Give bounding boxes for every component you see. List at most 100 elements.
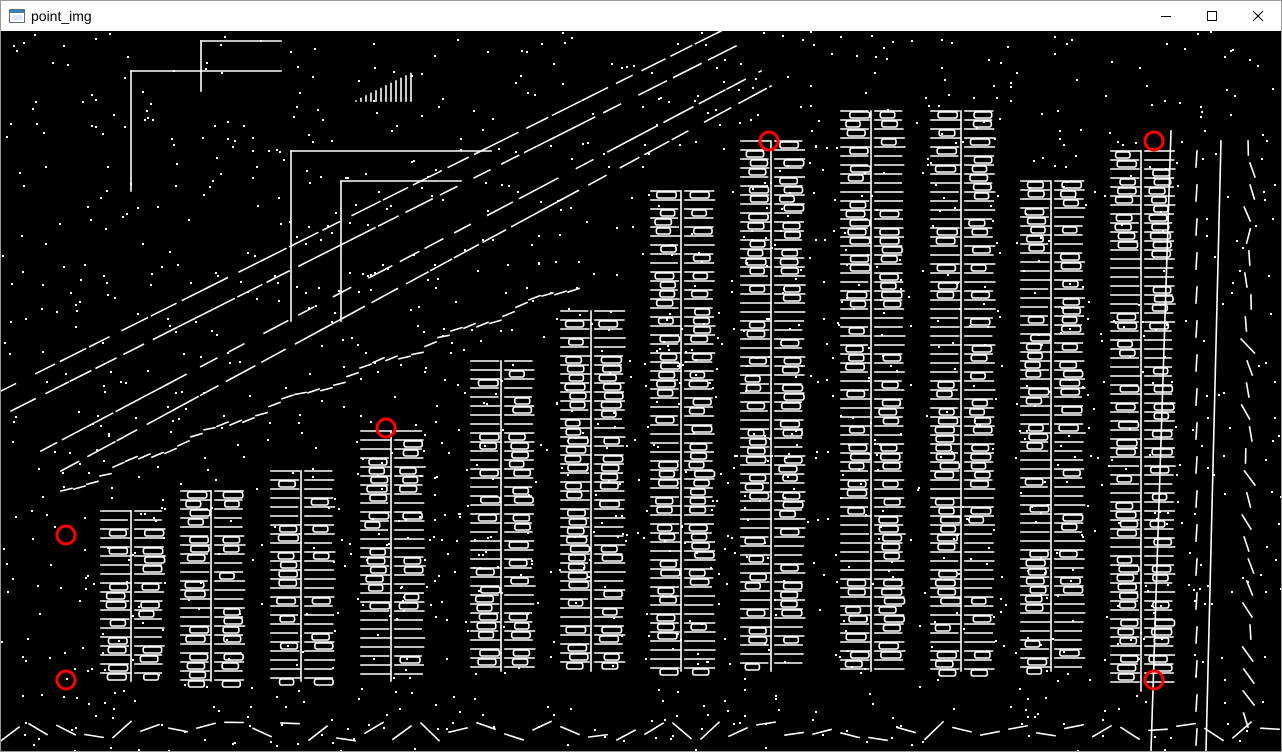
lane-dash — [1195, 252, 1198, 270]
window-title: point_img — [31, 8, 92, 24]
embankment-edge — [203, 426, 216, 431]
ground-edge — [952, 726, 972, 733]
ground-edge — [1176, 722, 1196, 728]
road-edge — [263, 319, 289, 335]
road-edge — [473, 168, 491, 179]
road-edge — [260, 348, 287, 364]
ground-edge — [615, 729, 637, 741]
road-edge — [453, 243, 480, 259]
road-edge — [59, 460, 80, 473]
ground-edge — [896, 726, 916, 734]
embankment-edge — [163, 447, 178, 455]
lane-dash — [1195, 150, 1198, 168]
ground-edge — [1, 726, 21, 742]
ground-edge — [27, 722, 49, 736]
road-edge — [768, 84, 773, 88]
ground-edge — [251, 727, 273, 738]
road-edge — [341, 305, 366, 320]
road-edge — [1240, 403, 1251, 421]
road-edge — [399, 250, 420, 263]
road-edge — [540, 177, 559, 188]
road-edge — [59, 347, 87, 363]
ground-edge — [391, 725, 413, 741]
road-edge — [447, 156, 470, 169]
road-edge — [663, 105, 694, 124]
title-bar[interactable]: point_img — [1, 1, 1281, 31]
embankment-edge — [99, 472, 112, 477]
lane-dash — [1195, 660, 1198, 678]
road-edge — [1241, 645, 1254, 663]
road-edge — [672, 62, 703, 79]
ground-edge — [84, 733, 104, 739]
road-edge — [367, 264, 393, 279]
road-edge — [1, 382, 17, 392]
lane-dash — [1195, 286, 1198, 304]
road-edge — [95, 357, 118, 370]
road-edge — [371, 287, 399, 304]
road-edge — [86, 440, 116, 458]
ground-edge — [1091, 724, 1113, 738]
embankment-edge — [411, 351, 424, 356]
road-edge — [45, 381, 70, 395]
road-edge — [1244, 316, 1248, 332]
minimize-button[interactable] — [1143, 1, 1189, 31]
embankment-edge — [320, 386, 333, 392]
road-edge — [350, 226, 376, 241]
road-edge — [694, 31, 723, 45]
road-edge — [325, 238, 353, 254]
road-edge — [1243, 535, 1250, 553]
road-edge — [698, 88, 726, 105]
road-edge — [1249, 624, 1252, 640]
road-edge — [288, 231, 319, 248]
road-edge — [726, 78, 747, 90]
lane-dash — [1195, 728, 1198, 746]
ground-edge — [923, 720, 945, 741]
road-edge — [581, 86, 609, 102]
road-edge — [1242, 667, 1255, 685]
ground-edge — [868, 736, 888, 742]
ground-edge — [419, 721, 441, 742]
embankment-edge — [255, 411, 268, 417]
point-marker — [1143, 130, 1165, 152]
road-edge — [88, 335, 110, 348]
road-edge — [146, 409, 174, 426]
ground-edge — [784, 731, 804, 736]
road-edge — [453, 223, 472, 234]
lane-dash — [1195, 456, 1198, 474]
ground-edge — [671, 722, 693, 740]
ground-edge — [139, 723, 161, 733]
ground-edge — [559, 725, 581, 736]
road-edge — [1245, 492, 1252, 508]
edge-image — [1, 31, 1281, 751]
road-edge — [165, 373, 188, 386]
road-edge — [587, 174, 607, 186]
embankment-edge — [333, 381, 346, 387]
road-edge — [86, 412, 114, 428]
maximize-button[interactable] — [1189, 1, 1235, 31]
road-edge — [177, 311, 208, 328]
road-edge — [405, 270, 430, 285]
ground-edge — [111, 720, 133, 739]
embankment-edge — [294, 391, 307, 396]
road-edge — [294, 327, 324, 345]
road-edge — [206, 276, 229, 289]
road-edge — [9, 397, 37, 413]
embankment-edge — [228, 419, 243, 427]
lane-dash — [1195, 626, 1198, 644]
road-edge — [671, 130, 689, 141]
road-edge — [1243, 469, 1256, 487]
road-edge — [205, 297, 236, 314]
road-edge — [297, 306, 315, 316]
embankment-edge — [190, 432, 203, 438]
close-button[interactable] — [1235, 1, 1281, 31]
embankment-edge — [176, 439, 191, 447]
lane-dash — [1195, 558, 1198, 576]
road-edge — [1245, 228, 1252, 244]
road-edge — [322, 220, 341, 231]
road-edge — [572, 116, 596, 129]
road-edge — [482, 228, 507, 244]
lane-dash — [1195, 694, 1198, 712]
road-edge — [551, 100, 582, 117]
embankment-edge — [267, 401, 282, 408]
road-edge — [152, 326, 178, 341]
